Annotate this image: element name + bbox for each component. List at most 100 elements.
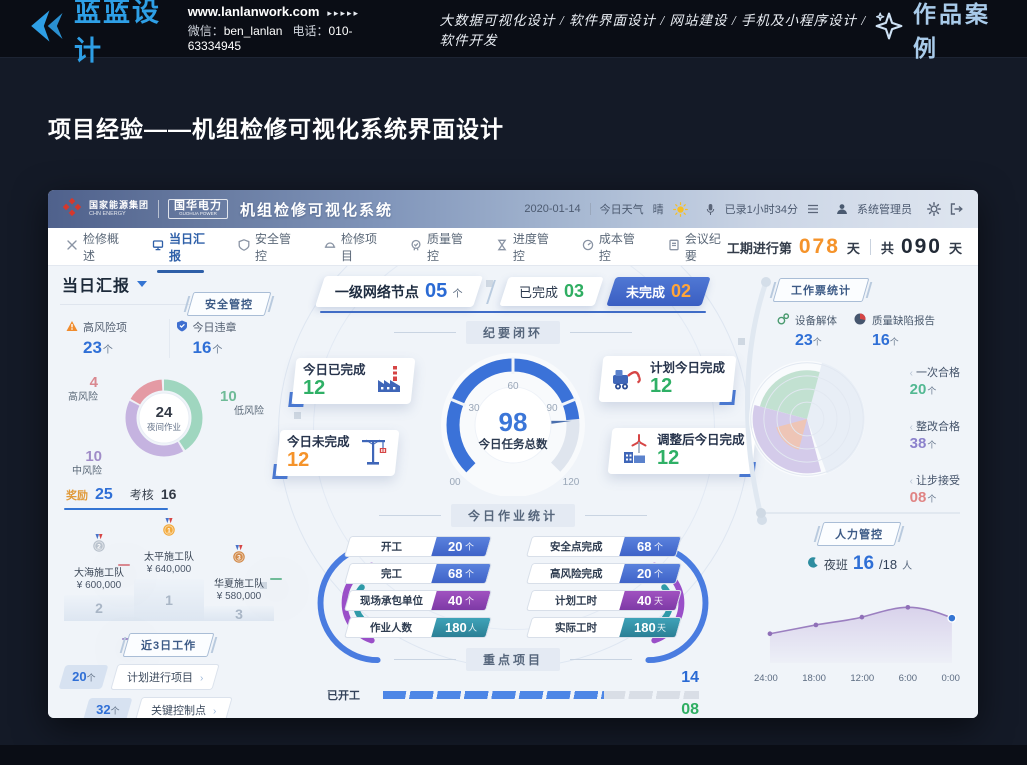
tab-quality[interactable]: 质量管控 bbox=[408, 221, 469, 273]
silver-medal-icon: 2 bbox=[90, 544, 108, 561]
recent-item-planned[interactable]: 20个 计划进行项目› bbox=[62, 664, 278, 690]
recent-item-control-points[interactable]: 32个 关键控制点› bbox=[86, 697, 278, 718]
exit-icon[interactable] bbox=[950, 203, 964, 215]
record-status: 已录1小时34分 bbox=[725, 201, 798, 217]
total-unit: 天 bbox=[949, 238, 962, 257]
gauge-zone: 30 60 90 00 120 98 今日任务总数 今日已完成12 bbox=[284, 346, 742, 496]
stat-chip-safety-points: 安全点完成68个 bbox=[526, 536, 682, 557]
document-icon bbox=[668, 239, 680, 254]
services-list: 大数据可视化设计 / 软件界面设计 / 网站建设 / 手机及小程序设计 / 软件… bbox=[440, 9, 874, 49]
svg-text:90: 90 bbox=[546, 403, 558, 414]
period-days: 078 bbox=[799, 235, 840, 259]
chevron-left-icon: ‹ bbox=[910, 368, 913, 379]
svg-text:2: 2 bbox=[97, 544, 101, 551]
stat-chip-contractors: 现场承包单位40个 bbox=[344, 590, 492, 611]
svg-text:24: 24 bbox=[156, 404, 173, 421]
completed-pill: 已完成 03 bbox=[499, 277, 603, 306]
chevron-right-icon: › bbox=[200, 673, 203, 684]
gear-icon[interactable] bbox=[927, 202, 941, 216]
tab-cost[interactable]: 成本管控 bbox=[580, 221, 641, 273]
reward-tab[interactable]: 奖励 bbox=[66, 487, 88, 503]
date-text: 2020-01-14 bbox=[524, 203, 580, 215]
stat-unit: 个 bbox=[212, 345, 222, 356]
list-icon[interactable] bbox=[807, 204, 819, 214]
team-name: 大海施工队 bbox=[64, 564, 134, 579]
tab-overview[interactable]: 检修概述 bbox=[64, 221, 125, 273]
cost-gauge-icon bbox=[582, 239, 594, 254]
sun-icon bbox=[673, 202, 688, 217]
app-title: 机组检修可视化系统 bbox=[240, 199, 393, 220]
svg-text:夜间作业: 夜间作业 bbox=[147, 422, 181, 432]
safety-stats: 高风险项 23个 今日违章 16个 bbox=[60, 319, 278, 358]
stat-chip-high-risk-done: 高风险完成20个 bbox=[526, 563, 682, 584]
svg-text:3: 3 bbox=[237, 555, 241, 562]
chevron-left-icon: ‹ bbox=[910, 476, 913, 487]
period-unit: 天 bbox=[847, 238, 860, 257]
stat-chip-actual-hours: 实际工时180天 bbox=[526, 617, 682, 638]
tab-label: 成本管控 bbox=[599, 230, 639, 264]
wechat-label: 微信： bbox=[188, 24, 224, 38]
podium-first: 1 太平施工队 ¥ 640,000 1 bbox=[134, 518, 204, 621]
count-chip: 32个 bbox=[83, 698, 133, 718]
reward-assess-row: 奖励 25 考核 16 bbox=[60, 486, 278, 504]
work-stats-header: 今日作业统计 bbox=[284, 504, 742, 527]
chart-x-axis: 24:00 18:00 12:00 6:00 0:00 bbox=[754, 673, 960, 684]
donut-label-mid-risk: 10 中风险 bbox=[72, 448, 102, 478]
uncompleted-pill: 未完成 02 bbox=[606, 277, 710, 306]
assess-tab[interactable]: 考核 bbox=[130, 486, 154, 503]
manpower-badge: 人力管控 bbox=[817, 522, 902, 546]
dashboard-screenshot: 国家能源集团 CHN ENERGY 国华电力 GUOHUA POWER 机组检修… bbox=[48, 190, 978, 718]
podium-step: 3 bbox=[204, 606, 274, 621]
team-amount: ¥ 580,000 bbox=[204, 591, 274, 602]
svg-text:98: 98 bbox=[499, 407, 528, 437]
microphone-icon[interactable] bbox=[705, 203, 716, 216]
left-panel-title: 当日汇报 bbox=[62, 272, 130, 296]
card-undone-today: 今日未完成12 bbox=[276, 430, 399, 476]
svg-text:00: 00 bbox=[449, 477, 461, 488]
current-point bbox=[948, 614, 956, 622]
tab-safety[interactable]: 安全管控 bbox=[236, 221, 297, 273]
team-ranking-podium: 2 大海施工队 ¥ 600,000 2 1 太平施工队 ¥ 640,000 1 … bbox=[60, 518, 278, 621]
portfolio-label: 作品案例 bbox=[913, 0, 1001, 63]
lanlan-logo[interactable]: 蓝蓝设计 bbox=[26, 0, 172, 68]
network-node-pill: 一级网络节点 05 个 bbox=[315, 276, 483, 307]
device-dismantle-icon bbox=[776, 312, 790, 329]
tab-daily-report[interactable]: 当日汇报 bbox=[150, 221, 211, 273]
tools-icon bbox=[66, 239, 78, 254]
user-role[interactable]: 系统管理员 bbox=[857, 201, 912, 217]
team-name: 太平施工队 bbox=[134, 548, 204, 563]
podium-third: 3 华夏施工队 ¥ 580,000 3 bbox=[204, 545, 274, 621]
stat-label: 今日违章 bbox=[193, 319, 237, 335]
divider bbox=[590, 203, 591, 215]
company-logo-icon bbox=[62, 197, 82, 222]
stat-unit: 个 bbox=[890, 337, 899, 347]
podium-step: 1 bbox=[134, 579, 204, 621]
tab-label: 当日汇报 bbox=[169, 230, 209, 264]
quality-check-icon bbox=[410, 239, 422, 254]
total-prefix: 共 bbox=[881, 238, 894, 257]
tab-projects[interactable]: 检修项目 bbox=[322, 221, 383, 273]
warning-icon bbox=[66, 320, 78, 335]
defect-pie-icon bbox=[853, 312, 867, 329]
org-group-name: 国家能源集团 bbox=[89, 201, 149, 211]
stat-chip-workers: 作业人数180人 bbox=[344, 617, 492, 638]
org-group: 国家能源集团 CHN ENERGY bbox=[89, 201, 149, 217]
lanlan-logo-icon bbox=[26, 6, 66, 51]
user-icon bbox=[836, 203, 848, 215]
tab-minutes[interactable]: 会议纪要 bbox=[666, 221, 727, 273]
reward-value: 25 bbox=[95, 486, 113, 504]
site-header: 蓝蓝设计 www.lanlanwork.com▸▸▸▸▸ 微信：ben_lanl… bbox=[0, 0, 1027, 58]
star-icon bbox=[874, 11, 904, 47]
org-sub: GUOHUA POWER bbox=[174, 212, 222, 217]
section-pill: 纪要闭环 bbox=[466, 321, 560, 344]
tab-progress[interactable]: 进度管控 bbox=[494, 221, 555, 273]
page-title: 项目经验——机组检修可视化系统界面设计 bbox=[48, 110, 504, 144]
bar-value: 08 bbox=[681, 701, 699, 718]
bar-value: 14 bbox=[681, 669, 699, 687]
header-contact-block: www.lanlanwork.com▸▸▸▸▸ 微信：ben_lanlan 电话… bbox=[188, 4, 382, 53]
divider-with-dot bbox=[760, 512, 960, 514]
tab-label: 检修项目 bbox=[341, 230, 381, 264]
portfolio-link[interactable]: 作品案例 bbox=[874, 0, 1001, 63]
org-group-sub: CHN ENERGY bbox=[89, 211, 149, 217]
tab-label: 会议纪要 bbox=[685, 230, 725, 264]
